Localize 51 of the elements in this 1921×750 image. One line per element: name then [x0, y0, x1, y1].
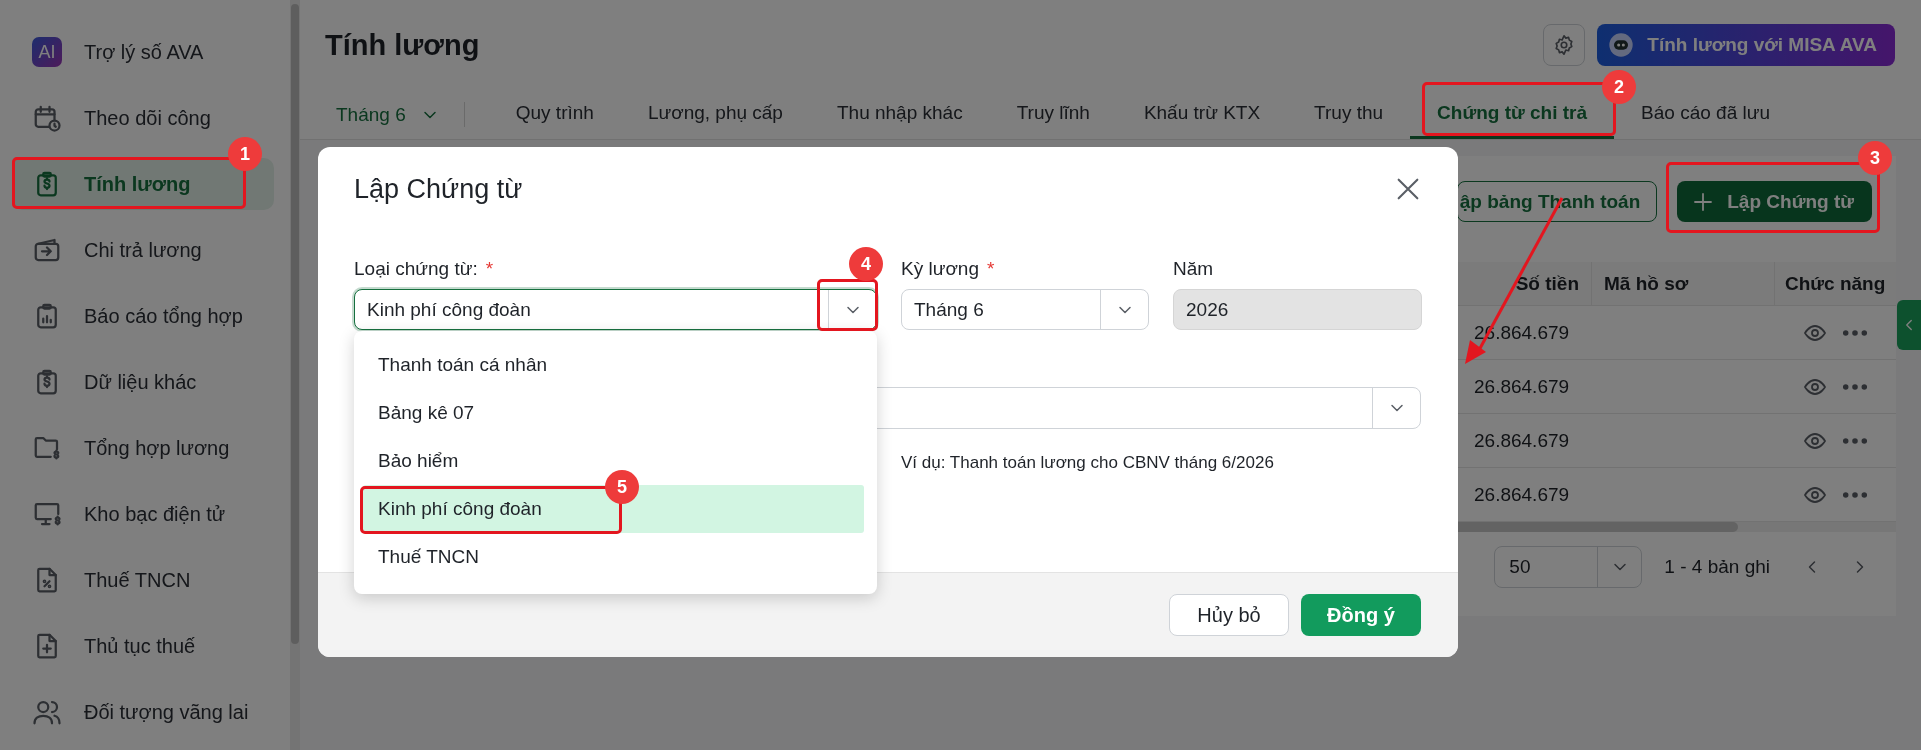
sidebar-item[interactable]: Tổng hợp lương	[12, 422, 274, 474]
tab[interactable]: Truy thu	[1287, 90, 1411, 139]
settings-button[interactable]	[1543, 24, 1586, 66]
dropdown-option[interactable]: Thanh toán cá nhân	[363, 341, 864, 389]
tab[interactable]: Thu nhập khác	[809, 90, 990, 139]
field-label: Năm	[1173, 258, 1214, 280]
tab[interactable]: Lương, phụ cấp	[620, 90, 810, 139]
column-header: Chức năng	[1775, 262, 1896, 306]
hint-text: Ví dụ: Thanh toán lương cho CBNV tháng 6/2026	[901, 453, 1275, 473]
more-icon	[1843, 329, 1867, 336]
period-dropdown[interactable]: Tháng 6	[336, 90, 464, 139]
field-label: Loại chứng từ:	[354, 258, 478, 280]
tab[interactable]: Khấu trừ KTX	[1116, 90, 1288, 139]
more-icon	[1843, 437, 1867, 444]
sidebar-item[interactable]: Thuế TNCN	[12, 554, 274, 606]
more-icon	[1843, 383, 1867, 390]
dropdown-option[interactable]: Thuế TNCN	[363, 533, 864, 581]
select-field[interactable]: Tháng 6	[901, 289, 1149, 330]
cancel-button[interactable]: Hủy bỏ	[1169, 594, 1289, 636]
page-title: Tính lương	[325, 28, 480, 62]
sidebar-item[interactable]: Kho bạc điện tử	[12, 488, 274, 540]
create-voucher-button[interactable]: Lập Chứng từ	[1677, 181, 1872, 222]
sidebar-item[interactable]: AI Trợ lý số AVA	[12, 26, 274, 78]
sidebar-item[interactable]: Dữ liệu khác	[12, 356, 274, 408]
tab[interactable]: Truy lĩnh	[989, 90, 1117, 139]
dialog-title: Lập Chứng từ	[354, 173, 523, 205]
dropdown-option[interactable]: Bảng kê 07	[363, 389, 864, 437]
scrollbar-thumb[interactable]	[291, 4, 299, 644]
calendar-clock-icon	[32, 103, 62, 133]
year-field: 2026	[1173, 289, 1422, 330]
page-size-select[interactable]: 50	[1494, 546, 1643, 588]
confirm-button[interactable]: Đồng ý	[1301, 594, 1421, 636]
page-size-value: 50	[1508, 556, 1532, 578]
column-header: Số tiền	[1462, 262, 1592, 306]
required-mark: *	[987, 258, 995, 280]
table-cell: 26.864.679	[1462, 414, 1592, 468]
more-icon	[1843, 491, 1867, 498]
sidebar-item[interactable]: Báo cáo tổng hợp	[12, 290, 274, 342]
side-panel-toggle[interactable]	[1897, 300, 1921, 350]
robot-icon	[1607, 31, 1636, 59]
tab[interactable]: Quy trình	[488, 90, 621, 139]
ava-button[interactable]: Tính lương với MISA AVA	[1597, 24, 1895, 66]
sidebar-item[interactable]: Thủ tục thuế	[12, 620, 274, 672]
required-mark: *	[485, 258, 494, 280]
ai-logo-icon: AI	[32, 37, 62, 67]
record-range: 1 - 4 bản ghi	[1664, 556, 1770, 578]
column-header: Mã hồ sơ	[1592, 262, 1775, 306]
sidebar-item[interactable]: Đối tượng vãng lai	[12, 686, 274, 738]
settings-icon	[1553, 34, 1576, 56]
field-label: Kỳ lương	[901, 258, 979, 280]
sidebar-item[interactable]: Chi trả lương	[12, 224, 274, 276]
